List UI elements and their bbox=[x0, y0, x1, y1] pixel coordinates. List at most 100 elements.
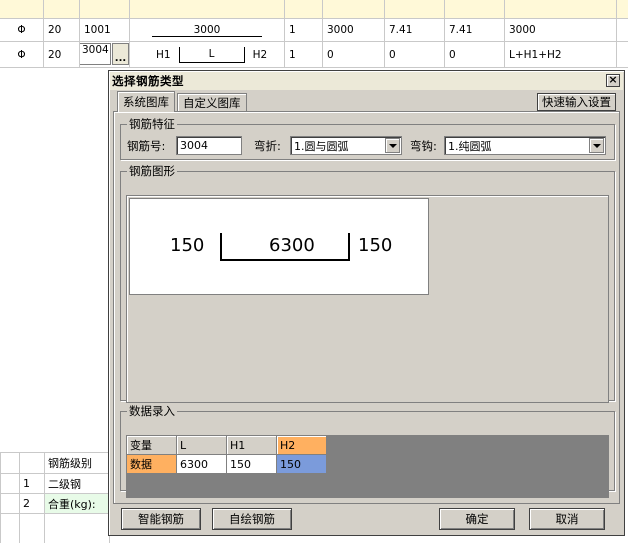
table-cell bbox=[285, 0, 323, 18]
hook-select[interactable]: 1.纯圆弧 bbox=[444, 136, 606, 155]
total-length-cell[interactable]: 3000 bbox=[323, 19, 385, 41]
ok-button[interactable]: 确定 bbox=[439, 508, 515, 530]
table-cell bbox=[0, 453, 20, 473]
value-h2-input[interactable]: 150 bbox=[277, 455, 327, 474]
bend-label: 弯折: bbox=[254, 139, 281, 153]
table-cell bbox=[617, 42, 628, 67]
formula-cell[interactable]: 3000 bbox=[505, 19, 617, 41]
data-entry-group: 数据录入 变量 L H1 H2 数据 6300 150 150 bbox=[120, 403, 615, 498]
shape-left-dimension: 150 bbox=[170, 235, 205, 256]
straight-bar-figure: 3000 bbox=[152, 24, 262, 37]
shape-tile-selected[interactable]: 150 6300 150 bbox=[129, 198, 429, 295]
column-header-l: L bbox=[177, 436, 227, 455]
table-cell bbox=[617, 19, 628, 41]
table-cell bbox=[20, 514, 45, 543]
table-row[interactable]: 1 二级钢 bbox=[0, 474, 110, 494]
table-cell bbox=[445, 0, 505, 18]
row-number: 1 bbox=[20, 474, 45, 493]
features-legend: 钢筋特征 bbox=[129, 117, 175, 131]
value-h1-input[interactable]: 150 bbox=[227, 455, 277, 474]
root-count-cell[interactable]: 1 bbox=[285, 19, 323, 41]
table-cell bbox=[45, 514, 110, 543]
background-table: Φ 20 1001 3000 1 3000 7.41 7.41 3000 Φ 2… bbox=[0, 0, 628, 70]
table-cell bbox=[0, 0, 44, 18]
chevron-down-icon[interactable] bbox=[589, 138, 604, 153]
figure-h1-label: H1 bbox=[156, 48, 171, 61]
hook-selected-value: 1.纯圆弧 bbox=[448, 139, 492, 153]
root-count-cell[interactable]: 1 bbox=[285, 42, 323, 67]
table-cell bbox=[0, 494, 20, 513]
steel-grade-table: 钢筋级别 1 二级钢 2 合重(kg): bbox=[0, 450, 110, 543]
close-icon[interactable]: × bbox=[606, 74, 620, 87]
cancel-button[interactable]: 取消 bbox=[529, 508, 605, 530]
chevron-down-icon[interactable] bbox=[385, 138, 400, 153]
unit-weight-cell[interactable]: 7.41 bbox=[385, 19, 445, 41]
data-entry-legend: 数据录入 bbox=[129, 404, 175, 418]
figure-l-label: L bbox=[178, 46, 245, 63]
hook-label: 弯钩: bbox=[410, 139, 437, 153]
grade-cell[interactable]: 二级钢 bbox=[45, 474, 110, 493]
tab-panel: 钢筋特征 钢筋号: 3004 弯折: 1.圆与圆弧 弯钩: 1.纯圆弧 钢筋图形… bbox=[113, 111, 620, 504]
smart-rebar-button[interactable]: 智能钢筋 bbox=[121, 508, 201, 530]
table-cell bbox=[323, 0, 385, 18]
variable-header: 变量 bbox=[127, 436, 177, 455]
figure-h2-label: H2 bbox=[252, 48, 268, 61]
code-edit-input[interactable]: 3004 bbox=[80, 43, 111, 65]
rebar-code-input[interactable]: 3004 bbox=[176, 136, 242, 155]
table-cell bbox=[44, 0, 80, 18]
table-cell bbox=[505, 0, 617, 18]
unit-weight-cell[interactable]: 0 bbox=[385, 42, 445, 67]
rebar-symbol: Φ bbox=[0, 42, 44, 67]
column-header-h2: H2 bbox=[277, 436, 327, 455]
tab-custom-library[interactable]: 自定义图库 bbox=[177, 93, 247, 112]
total-weight-cell[interactable]: 0 bbox=[445, 42, 505, 67]
table-row[interactable]: Φ 20 1001 3000 1 3000 7.41 7.41 3000 bbox=[0, 19, 628, 42]
dialog-titlebar[interactable]: 选择钢筋类型 × bbox=[110, 72, 623, 90]
weight-cell[interactable]: 合重(kg): bbox=[45, 494, 110, 513]
library-tabs: 系统图库 自定义图库 bbox=[117, 91, 249, 113]
bend-select[interactable]: 1.圆与圆弧 bbox=[290, 136, 402, 155]
shape-right-dimension: 150 bbox=[358, 235, 393, 256]
total-weight-cell[interactable]: 7.41 bbox=[445, 19, 505, 41]
table-header-row bbox=[0, 0, 628, 19]
shape-gallery: 150 6300 150 bbox=[126, 195, 609, 403]
grade-header: 钢筋级别 bbox=[45, 453, 110, 473]
table-cell bbox=[130, 0, 285, 18]
browse-button[interactable]: ... bbox=[112, 43, 129, 65]
shape-middle-dimension: 6300 bbox=[269, 235, 315, 256]
total-length-cell[interactable]: 0 bbox=[323, 42, 385, 67]
formula-cell[interactable]: L+H1+H2 bbox=[505, 42, 617, 67]
diameter-cell[interactable]: 20 bbox=[44, 42, 80, 67]
table-cell bbox=[617, 0, 628, 18]
quick-input-settings-button[interactable]: 快速输入设置 bbox=[537, 93, 616, 111]
table-cell bbox=[80, 0, 130, 18]
figure-cell[interactable]: H1 L H2 bbox=[130, 42, 285, 67]
code-label: 钢筋号: bbox=[127, 139, 166, 153]
rebar-shape-group: 钢筋图形 150 6300 150 bbox=[120, 163, 615, 403]
table-row[interactable]: 2 合重(kg): bbox=[0, 494, 110, 514]
table-cell bbox=[0, 514, 20, 543]
tab-system-library[interactable]: 系统图库 bbox=[117, 91, 175, 112]
diameter-cell[interactable]: 20 bbox=[44, 19, 80, 41]
code-cell-editing[interactable]: 3004 ... bbox=[80, 42, 130, 67]
draw-rebar-button[interactable]: 自绘钢筋 bbox=[212, 508, 292, 530]
data-row-header: 数据 bbox=[127, 455, 177, 474]
table-cell bbox=[0, 474, 20, 493]
select-rebar-type-dialog: 选择钢筋类型 × 系统图库 自定义图库 快速输入设置 钢筋特征 钢筋号: 300… bbox=[108, 70, 625, 536]
value-l-input[interactable]: 6300 bbox=[177, 455, 227, 474]
dialog-title: 选择钢筋类型 bbox=[112, 74, 184, 88]
data-entry-grid: 变量 L H1 H2 数据 6300 150 150 bbox=[126, 435, 609, 498]
table-row[interactable]: Φ 20 3004 ... H1 L H2 1 0 0 0 L+H1+H2 bbox=[0, 42, 628, 68]
table-cell bbox=[20, 453, 45, 473]
row-number: 2 bbox=[20, 494, 45, 513]
table-row bbox=[0, 514, 110, 543]
shape-legend: 钢筋图形 bbox=[129, 164, 175, 178]
code-cell[interactable]: 1001 bbox=[80, 19, 130, 41]
rebar-symbol: Φ bbox=[0, 19, 44, 41]
figure-cell[interactable]: 3000 bbox=[130, 19, 285, 41]
table-header-row: 钢筋级别 bbox=[0, 452, 110, 474]
bracket-bar-figure: H1 L H2 bbox=[134, 46, 268, 63]
table-cell bbox=[385, 0, 445, 18]
column-header-h1: H1 bbox=[227, 436, 277, 455]
bend-selected-value: 1.圆与圆弧 bbox=[294, 139, 349, 153]
